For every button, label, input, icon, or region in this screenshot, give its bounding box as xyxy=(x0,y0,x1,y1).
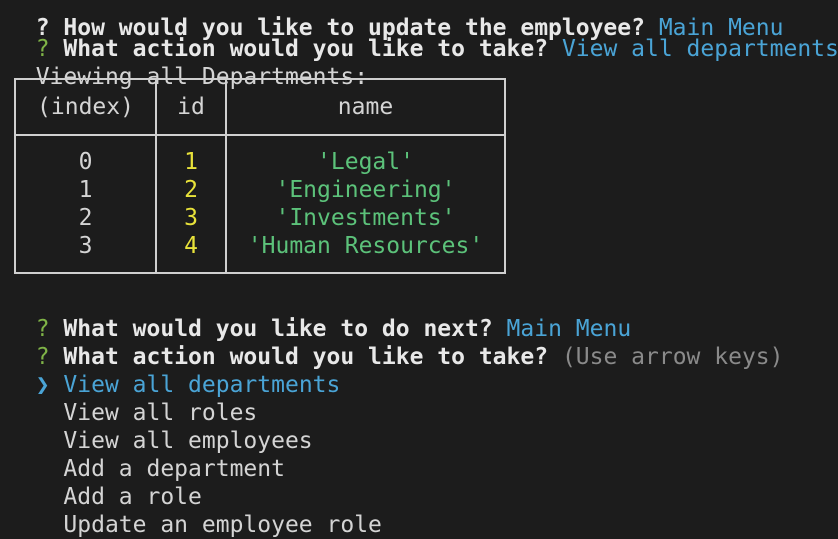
departments-table: (index) id name 0 1 'Legal' 1 2 'Enginee… xyxy=(14,78,506,274)
prompt-action-line-2: ? What action would you like to take? (U… xyxy=(8,315,784,370)
table-cell-name: 'Legal' xyxy=(317,149,414,175)
table-header-id: id xyxy=(177,94,205,120)
menu-option-view-roles[interactable]: View all roles xyxy=(8,371,257,426)
prompt-hint: (Use arrow keys) xyxy=(561,344,784,370)
table-cell-index: 1 xyxy=(78,177,93,203)
table-cell-name: 'Human Resources' xyxy=(247,233,484,259)
menu-option-add-role[interactable]: Add a role xyxy=(8,455,201,510)
table-cell-name: 'Investments' xyxy=(275,205,456,231)
table-header-divider xyxy=(16,134,504,136)
table-cell-id: 1 xyxy=(184,149,198,175)
prompt-next-line: ? What would you like to do next? Main M… xyxy=(8,287,631,342)
table-cell-index: 0 xyxy=(78,149,93,175)
table-header-index: (index) xyxy=(37,94,134,120)
table-cell-index: 3 xyxy=(78,233,93,259)
table-cell-id: 4 xyxy=(184,233,198,259)
prompt-action-line-1: ? What action would you like to take? Vi… xyxy=(8,7,838,62)
menu-option-view-employees[interactable]: View all employees xyxy=(8,399,312,454)
prompt-answer: View all departments xyxy=(561,36,838,62)
table-cell-id: 3 xyxy=(184,205,198,231)
table-header-name: name xyxy=(337,94,394,120)
menu-option-label: Update an employee role xyxy=(63,512,382,538)
table-cell-index: 2 xyxy=(78,205,93,231)
menu-option-add-department[interactable]: Add a department xyxy=(8,427,285,482)
menu-option-view-departments[interactable]: ❯ View all departments xyxy=(8,343,341,398)
table-cell-name: 'Engineering' xyxy=(275,177,456,203)
table-cell-id: 2 xyxy=(184,177,198,203)
menu-option-update-employee-role[interactable]: Update an employee role xyxy=(8,483,382,538)
viewing-departments-line: Viewing all Departments: xyxy=(8,35,368,90)
